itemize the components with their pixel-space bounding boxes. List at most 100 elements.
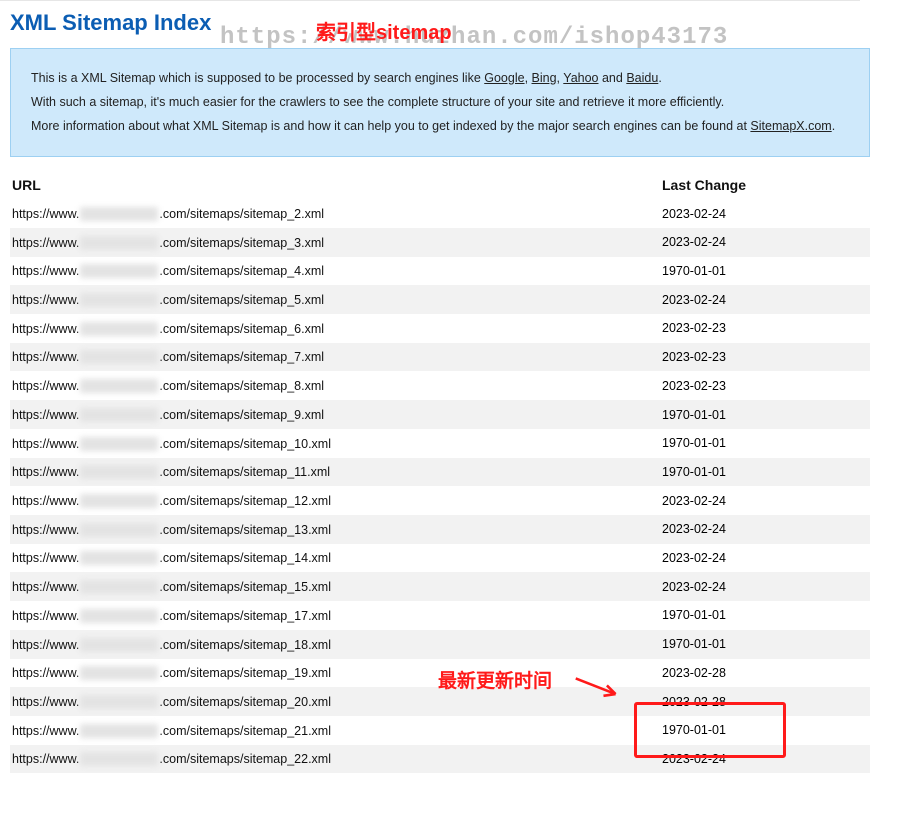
redacted-domain — [80, 293, 158, 307]
info-text: and — [602, 71, 626, 85]
link-yahoo[interactable]: Yahoo — [563, 71, 598, 85]
url-prefix: https://www. — [12, 437, 79, 451]
sitemap-link[interactable]: https://www..com/sitemaps/sitemap_19.xml — [12, 666, 331, 680]
url-suffix: .com/sitemaps/sitemap_4.xml — [159, 264, 324, 278]
url-suffix: .com/sitemaps/sitemap_9.xml — [159, 408, 324, 422]
url-suffix: .com/sitemaps/sitemap_15.xml — [159, 580, 331, 594]
info-text: More information about what XML Sitemap … — [31, 119, 750, 133]
sitemap-link[interactable]: https://www..com/sitemaps/sitemap_5.xml — [12, 292, 324, 306]
cell-url: https://www..com/sitemaps/sitemap_19.xml — [10, 659, 660, 688]
url-suffix: .com/sitemaps/sitemap_11.xml — [159, 465, 330, 479]
table-row: https://www..com/sitemaps/sitemap_4.xml 1… — [10, 257, 870, 286]
page-title: XML Sitemap Index — [10, 10, 870, 36]
cell-last-change: 2023-02-23 — [660, 343, 870, 372]
redacted-domain — [80, 724, 158, 738]
sitemap-link[interactable]: https://www. .com/sitemaps/sitemap_12.xml — [12, 493, 331, 507]
url-suffix: .com/sitemaps/sitemap_13.xml — [159, 523, 331, 537]
sitemap-link[interactable]: https://www..com/sitemaps/sitemap_8.xml — [12, 378, 324, 392]
cell-url: https://www..com/sitemaps/sitemap_18.xml — [10, 630, 660, 659]
url-suffix: .com/sitemaps/sitemap_19.xml — [159, 666, 331, 680]
sitemap-link[interactable]: https://www. .com/sitemaps/sitemap_22.xml — [12, 752, 331, 766]
cell-url: https://www..com/sitemaps/sitemap_6.xml — [10, 314, 660, 343]
redacted-domain — [80, 465, 158, 479]
sitemap-link[interactable]: https://www. .com/sitemaps/sitemap_11.xml — [12, 465, 330, 479]
cell-url: https://www..com/sitemaps/sitemap_15.xml — [10, 572, 660, 601]
sitemap-link[interactable]: https://www..com/sitemaps/sitemap_17.xml — [12, 608, 331, 622]
top-divider — [0, 0, 860, 1]
link-baidu[interactable]: Baidu — [626, 71, 658, 85]
sitemap-link[interactable]: https://www..com/sitemaps/sitemap_14.xml — [12, 551, 331, 565]
table-row: https://www..com/sitemaps/sitemap_21.xml… — [10, 716, 870, 745]
table-row: https://www..com/sitemaps/sitemap_8.xml 2… — [10, 371, 870, 400]
url-suffix: .com/sitemaps/sitemap_6.xml — [159, 322, 324, 336]
url-suffix: .com/sitemaps/sitemap_3.xml — [159, 236, 324, 250]
url-suffix: .com/sitemaps/sitemap_14.xml — [159, 551, 331, 565]
url-suffix: .com/sitemaps/sitemap_22.xml — [159, 752, 331, 766]
cell-url: https://www..com/sitemaps/sitemap_21.xml — [10, 716, 660, 745]
table-row: https://www. .com/sitemaps/sitemap_12.xml… — [10, 486, 870, 515]
table-row: https://www..com/sitemaps/sitemap_7.xml 2… — [10, 343, 870, 372]
cell-last-change: 1970-01-01 — [660, 429, 870, 458]
sitemap-link[interactable]: https://www..com/sitemaps/sitemap_15.xml — [12, 579, 331, 593]
redacted-domain — [80, 609, 158, 623]
sitemap-link[interactable]: https://www..com/sitemaps/sitemap_21.xml — [12, 723, 331, 737]
sitemap-link[interactable]: https://www..com/sitemaps/sitemap_18.xml — [12, 637, 331, 651]
sitemap-link[interactable]: https://www..com/sitemaps/sitemap_2.xml — [12, 206, 324, 220]
cell-url: https://www. .com/sitemaps/sitemap_12.xml — [10, 486, 660, 515]
cell-last-change: 2023-02-24 — [660, 228, 870, 257]
table-row: https://www..com/sitemaps/sitemap_9.xml1… — [10, 400, 870, 429]
url-prefix: https://www. — [12, 494, 79, 508]
column-header-url: URL — [10, 171, 660, 199]
sitemap-link[interactable]: https://www..com/sitemaps/sitemap_7.xml — [12, 350, 324, 364]
sitemap-link[interactable]: https://www..com/sitemaps/sitemap_4.xml — [12, 264, 324, 278]
sitemap-link[interactable]: https://www..com/sitemaps/sitemap_13.xml — [12, 522, 331, 536]
info-line-1: This is a XML Sitemap which is supposed … — [31, 67, 849, 91]
url-prefix: https://www. — [12, 638, 79, 652]
url-prefix: https://www. — [12, 465, 79, 479]
table-row: https://www..com/sitemaps/sitemap_6.xml2… — [10, 314, 870, 343]
url-prefix: https://www. — [12, 752, 79, 766]
sitemap-link[interactable]: https://www..com/sitemaps/sitemap_10.xml — [12, 436, 331, 450]
cell-last-change: 1970-01-01 — [660, 716, 870, 745]
cell-last-change: 1970-01-01 — [660, 257, 870, 286]
cell-last-change: 2023-02-23 — [660, 371, 870, 400]
cell-url: https://www. .com/sitemaps/sitemap_3.xml — [10, 228, 660, 257]
redacted-domain — [80, 207, 158, 221]
cell-url: https://www..com/sitemaps/sitemap_17.xml — [10, 601, 660, 630]
url-prefix: https://www. — [12, 293, 79, 307]
link-google[interactable]: Google — [484, 71, 524, 85]
url-prefix: https://www. — [12, 724, 79, 738]
cell-url: https://www..com/sitemaps/sitemap_8.xml — [10, 371, 660, 400]
table-row: https://www..com/sitemaps/sitemap_15.xml… — [10, 572, 870, 601]
cell-url: https://www..com/sitemaps/sitemap_10.xml — [10, 429, 660, 458]
url-suffix: .com/sitemaps/sitemap_12.xml — [159, 494, 331, 508]
cell-url: https://www..com/sitemaps/sitemap_13.xml — [10, 515, 660, 544]
table-row: https://www..com/sitemaps/sitemap_17.xml… — [10, 601, 870, 630]
sitemap-link[interactable]: https://www. .com/sitemaps/sitemap_9.xml — [12, 407, 324, 421]
link-sitemapx[interactable]: SitemapX.com — [750, 119, 831, 133]
table-row: https://www..com/sitemaps/sitemap_18.xml… — [10, 630, 870, 659]
table-row: https://www..com/sitemaps/sitemap_14.xml… — [10, 544, 870, 573]
cell-last-change: 2023-02-28 — [660, 687, 870, 716]
cell-last-change: 2023-02-24 — [660, 544, 870, 573]
redacted-domain — [80, 408, 158, 422]
url-prefix: https://www. — [12, 236, 79, 250]
sitemap-link[interactable]: https://www. .com/sitemaps/sitemap_3.xml — [12, 235, 324, 249]
cell-url: https://www..com/sitemaps/sitemap_2.xml — [10, 199, 660, 228]
url-prefix: https://www. — [12, 695, 79, 709]
table-row: https://www..com/sitemaps/sitemap_10.xml… — [10, 429, 870, 458]
info-box: This is a XML Sitemap which is supposed … — [10, 48, 870, 157]
column-header-last-change: Last Change — [660, 171, 870, 199]
redacted-domain — [80, 752, 158, 766]
cell-last-change: 2023-02-24 — [660, 486, 870, 515]
table-row: https://www..com/sitemaps/sitemap_5.xml2… — [10, 285, 870, 314]
redacted-domain — [80, 523, 158, 537]
sitemap-link[interactable]: https://www..com/sitemaps/sitemap_6.xml — [12, 321, 324, 335]
cell-url: https://www..com/sitemaps/sitemap_5.xml — [10, 285, 660, 314]
cell-last-change: 2023-02-24 — [660, 572, 870, 601]
redacted-domain — [80, 551, 158, 565]
url-prefix: https://www. — [12, 379, 79, 393]
url-prefix: https://www. — [12, 408, 79, 422]
link-bing[interactable]: Bing — [532, 71, 557, 85]
sitemap-link[interactable]: https://www..com/sitemaps/sitemap_20.xml — [12, 694, 331, 708]
